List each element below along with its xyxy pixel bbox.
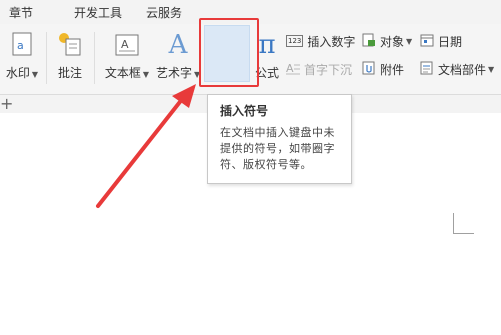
annotation-arrow-icon [96, 84, 196, 208]
